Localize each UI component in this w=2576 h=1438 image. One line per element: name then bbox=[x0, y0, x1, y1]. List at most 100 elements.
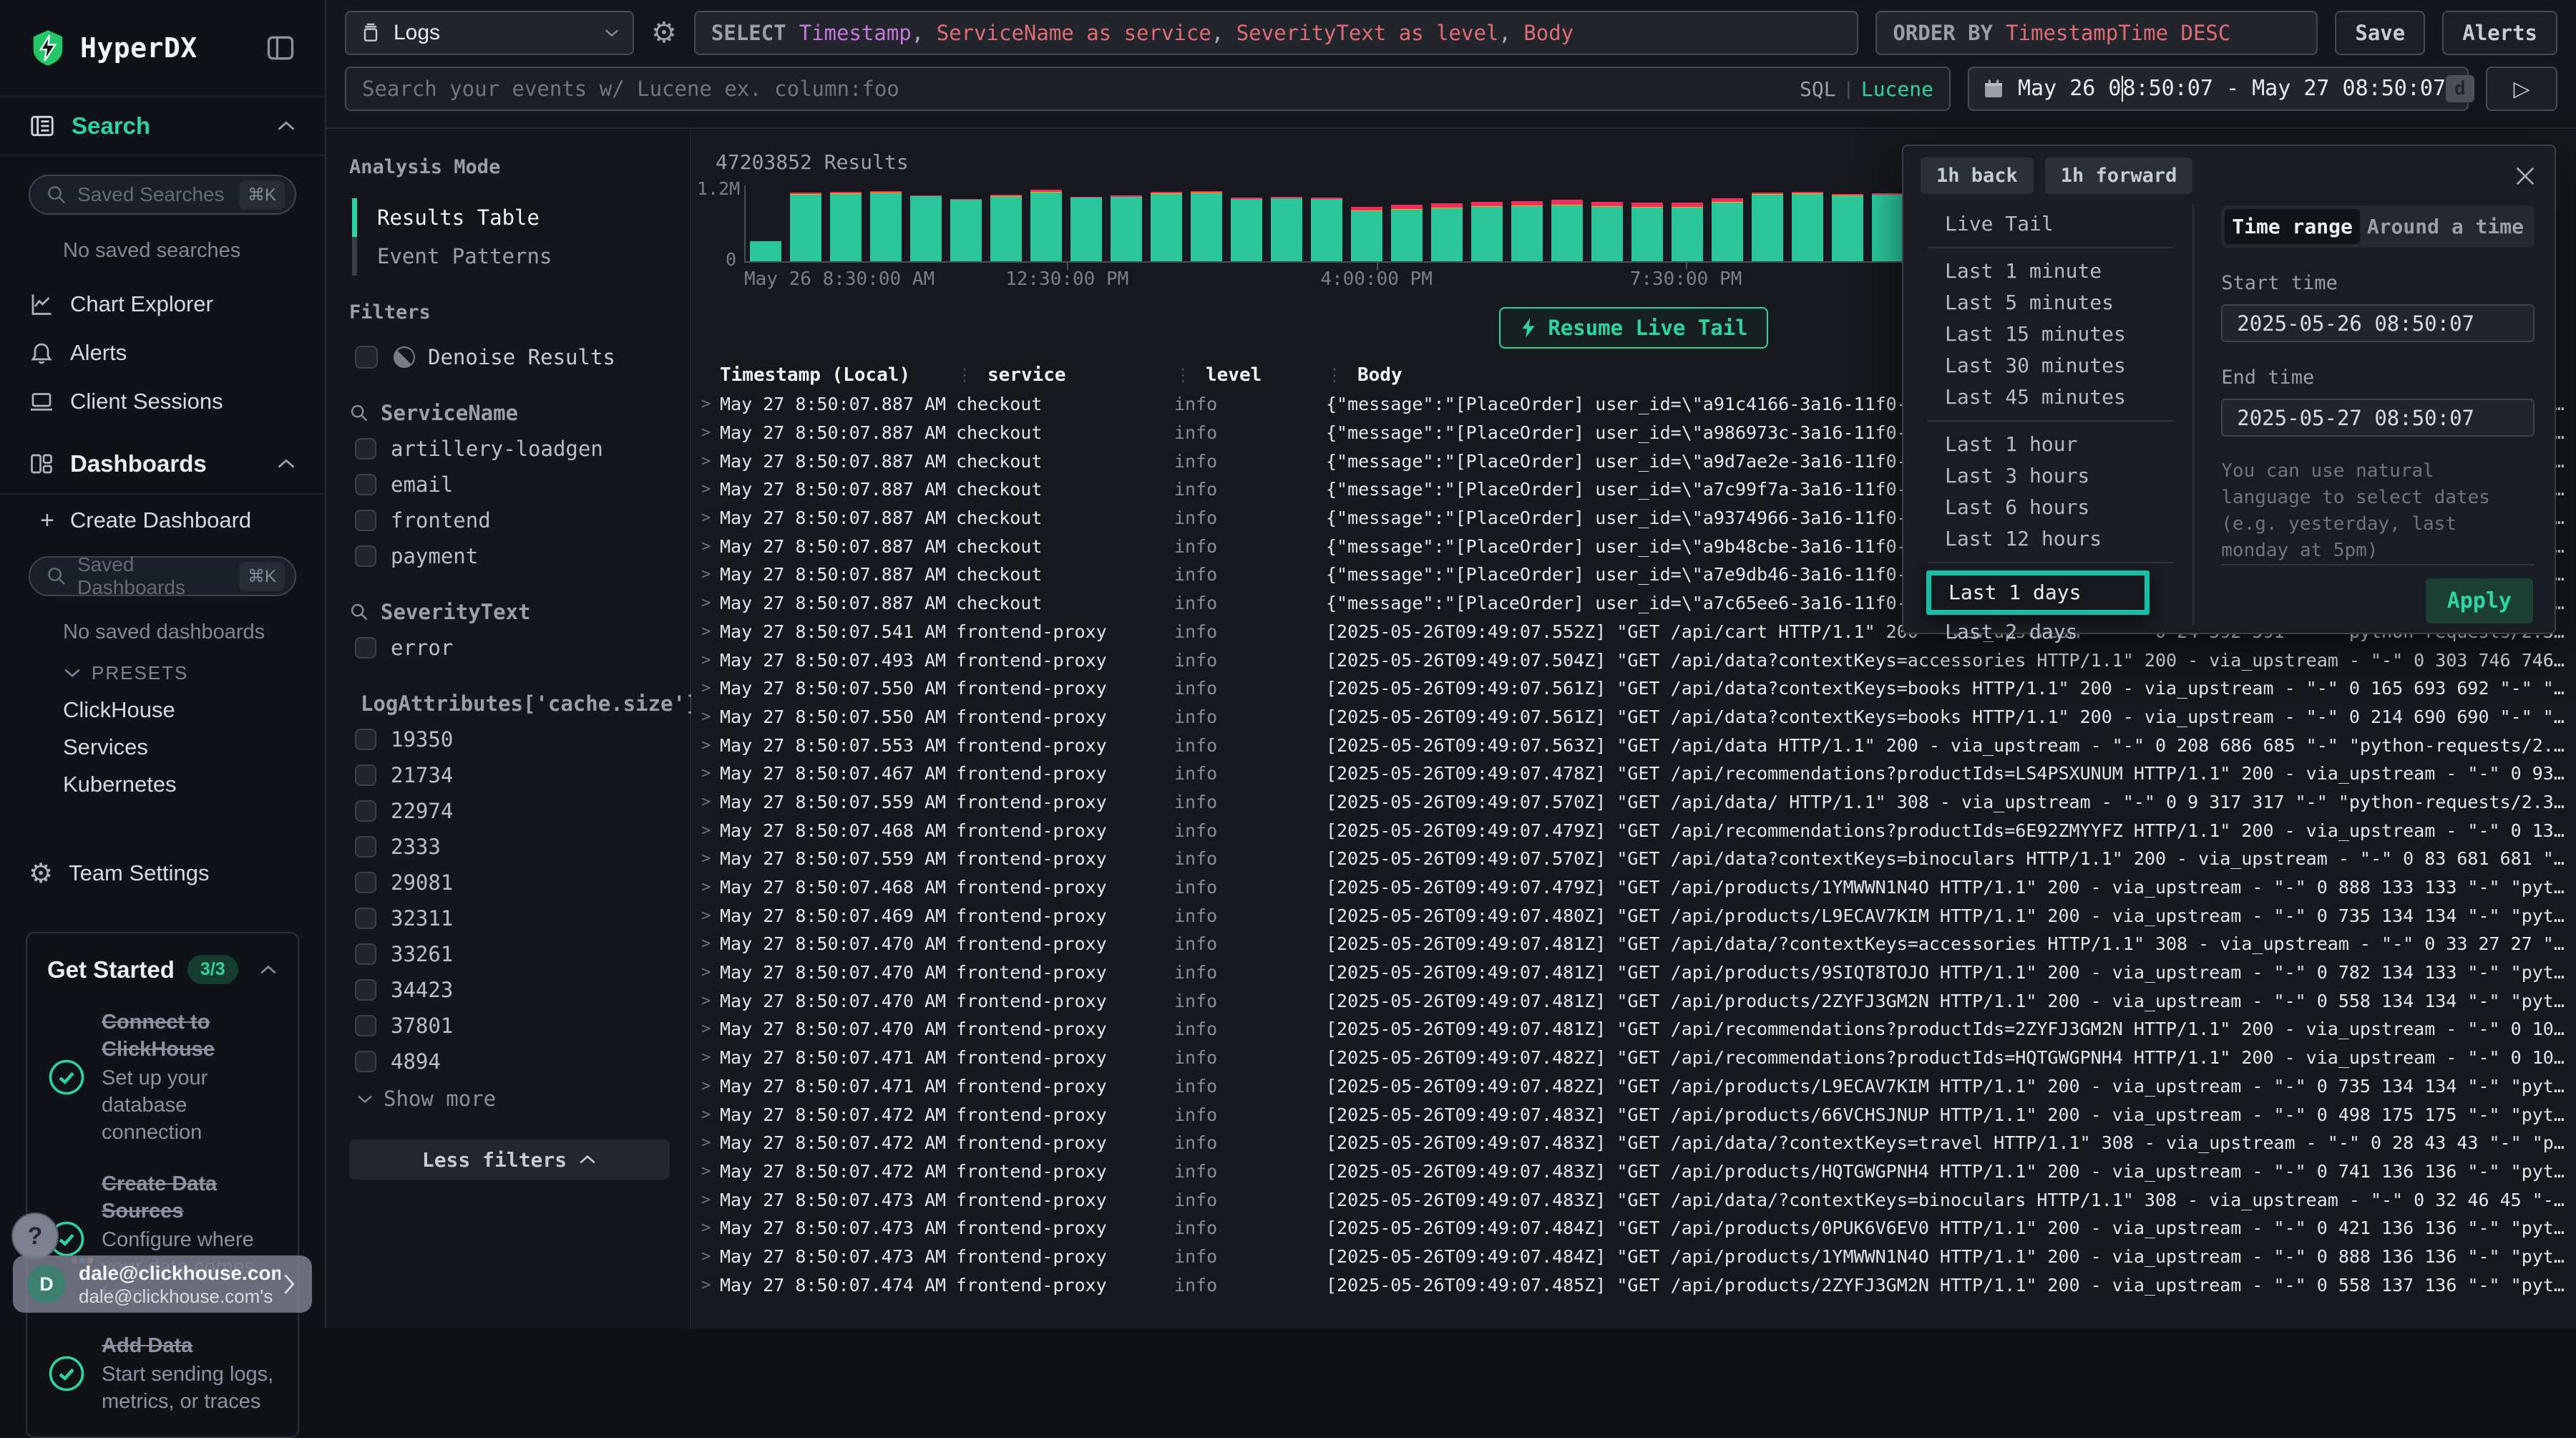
filter-option[interactable]: 2333 bbox=[355, 835, 670, 859]
column-level[interactable]: ⋮level bbox=[1174, 364, 1326, 386]
less-filters-button[interactable]: Less filters bbox=[349, 1140, 670, 1180]
checkbox[interactable] bbox=[355, 764, 376, 786]
histogram-bar[interactable] bbox=[1391, 185, 1423, 261]
table-row[interactable]: >May 27 8:50:07.470 AMfrontend-proxyinfo… bbox=[691, 930, 2576, 958]
expand-row-icon[interactable]: > bbox=[691, 1077, 720, 1095]
presets-toggle[interactable]: PRESETS bbox=[0, 654, 325, 691]
expand-row-icon[interactable]: > bbox=[691, 850, 720, 868]
sidebar-item-kubernetes[interactable]: Kubernetes bbox=[0, 766, 325, 803]
time-preset-last-5-minutes[interactable]: Last 5 minutes bbox=[1928, 287, 2174, 319]
order-by-input[interactable]: ORDER BY TimestampTime DESC bbox=[1875, 11, 2318, 55]
sidebar-item-client-sessions[interactable]: Client Sessions bbox=[0, 379, 325, 424]
saved-dashboards-input[interactable]: Saved Dashboards ⌘K bbox=[29, 556, 296, 596]
sidebar-item-clickhouse[interactable]: ClickHouse bbox=[0, 691, 325, 729]
expand-row-icon[interactable]: > bbox=[691, 907, 720, 925]
sidebar-item-team-settings[interactable]: ⚙ Team Settings bbox=[0, 850, 325, 896]
time-preset-last-2-days[interactable]: Last 2 days bbox=[1928, 616, 2174, 648]
checkbox[interactable] bbox=[355, 800, 376, 822]
sidebar-item-alerts[interactable]: Alerts bbox=[0, 330, 325, 376]
filter-option[interactable]: 22974 bbox=[355, 799, 670, 823]
table-row[interactable]: >May 27 8:50:07.474 AMfrontend-proxyinfo… bbox=[691, 1271, 2576, 1299]
table-row[interactable]: >May 27 8:50:07.468 AMfrontend-proxyinfo… bbox=[691, 873, 2576, 902]
filter-option[interactable]: 19350 bbox=[355, 727, 670, 752]
histogram-bar[interactable] bbox=[1111, 185, 1142, 261]
histogram-bar[interactable] bbox=[1872, 185, 1903, 261]
table-row[interactable]: >May 27 8:50:07.550 AMfrontend-proxyinfo… bbox=[691, 674, 2576, 703]
user-profile-bar[interactable]: D dale@clickhouse.com dale@clickhouse.co… bbox=[13, 1255, 312, 1313]
save-button[interactable]: Save bbox=[2335, 11, 2425, 55]
histogram-bar[interactable] bbox=[1832, 185, 1863, 261]
table-row[interactable]: >May 27 8:50:07.472 AMfrontend-proxyinfo… bbox=[691, 1100, 2576, 1129]
histogram-bar[interactable] bbox=[1672, 185, 1703, 261]
expand-row-icon[interactable]: > bbox=[691, 764, 720, 782]
sidebar-item-services[interactable]: Services bbox=[0, 729, 325, 766]
expand-row-icon[interactable]: > bbox=[691, 424, 720, 442]
tab-around-a-time[interactable]: Around a time bbox=[2360, 209, 2531, 244]
expand-row-icon[interactable]: > bbox=[691, 1049, 720, 1067]
filter-option[interactable]: 32311 bbox=[355, 906, 670, 931]
drag-handle-icon[interactable]: ⋮ bbox=[1326, 365, 1343, 385]
date-range-input[interactable]: May 26 08:50:07 - May 27 08:50:07 d bbox=[1968, 67, 2469, 111]
expand-row-icon[interactable]: > bbox=[691, 1191, 720, 1209]
table-row[interactable]: >May 27 8:50:07.559 AMfrontend-proxyinfo… bbox=[691, 788, 2576, 817]
expand-row-icon[interactable]: > bbox=[691, 480, 720, 498]
histogram-bar[interactable] bbox=[950, 185, 982, 261]
filter-option[interactable]: 34423 bbox=[355, 978, 670, 1002]
table-row[interactable]: >May 27 8:50:07.470 AMfrontend-proxyinfo… bbox=[691, 986, 2576, 1015]
checkbox[interactable] bbox=[355, 1051, 376, 1072]
time-preset-last-1-days[interactable]: Last 1 days bbox=[1931, 575, 2145, 610]
expand-row-icon[interactable]: > bbox=[691, 679, 720, 697]
get-started-item[interactable]: Add Data Start sending logs, metrics, or… bbox=[47, 1332, 278, 1415]
table-row[interactable]: >May 27 8:50:07.553 AMfrontend-proxyinfo… bbox=[691, 731, 2576, 759]
expand-row-icon[interactable]: > bbox=[691, 594, 720, 612]
expand-row-icon[interactable]: > bbox=[691, 509, 720, 527]
histogram-bar[interactable] bbox=[1551, 185, 1583, 261]
checkbox[interactable] bbox=[355, 438, 376, 460]
help-button[interactable]: ? bbox=[11, 1213, 59, 1260]
end-time-input[interactable]: 2025-05-27 08:50:07 bbox=[2221, 399, 2534, 437]
mode-sql-toggle[interactable]: SQL bbox=[1800, 77, 1836, 101]
checkbox[interactable] bbox=[355, 836, 376, 858]
table-row[interactable]: >May 27 8:50:07.473 AMfrontend-proxyinfo… bbox=[691, 1214, 2576, 1243]
expand-row-icon[interactable]: > bbox=[691, 1248, 720, 1265]
expand-row-icon[interactable]: > bbox=[691, 623, 720, 641]
histogram-bar[interactable] bbox=[830, 185, 862, 261]
one-hour-back-button[interactable]: 1h back bbox=[1921, 157, 2034, 194]
histogram-bar[interactable] bbox=[1271, 185, 1302, 261]
checkbox[interactable] bbox=[355, 979, 376, 1001]
time-preset-last-30-minutes[interactable]: Last 30 minutes bbox=[1928, 350, 2174, 382]
histogram-bar[interactable] bbox=[1431, 185, 1463, 261]
histogram-bar[interactable] bbox=[1591, 185, 1623, 261]
create-dashboard-button[interactable]: + Create Dashboard bbox=[0, 497, 325, 543]
histogram-bar[interactable] bbox=[870, 185, 902, 261]
expand-row-icon[interactable]: > bbox=[691, 651, 720, 669]
time-preset-last-6-hours[interactable]: Last 6 hours bbox=[1928, 492, 2174, 523]
histogram-bar[interactable] bbox=[1351, 185, 1382, 261]
expand-row-icon[interactable]: > bbox=[691, 963, 720, 981]
expand-row-icon[interactable]: > bbox=[691, 538, 720, 555]
close-icon[interactable] bbox=[2513, 164, 2537, 188]
histogram-bar[interactable] bbox=[1191, 185, 1222, 261]
sidebar-item-search[interactable]: Search bbox=[0, 96, 325, 156]
time-preset-last-15-minutes[interactable]: Last 15 minutes bbox=[1928, 319, 2174, 350]
apply-button[interactable]: Apply bbox=[2426, 578, 2533, 623]
histogram-bar[interactable] bbox=[1511, 185, 1543, 261]
source-select[interactable]: Logs bbox=[345, 11, 634, 55]
table-row[interactable]: >May 27 8:50:07.550 AMfrontend-proxyinfo… bbox=[691, 703, 2576, 732]
table-row[interactable]: >May 27 8:50:07.471 AMfrontend-proxyinfo… bbox=[691, 1072, 2576, 1101]
histogram-bar[interactable] bbox=[1030, 185, 1062, 261]
expand-row-icon[interactable]: > bbox=[691, 1219, 720, 1237]
histogram-bar[interactable] bbox=[1712, 185, 1743, 261]
histogram-bar[interactable] bbox=[1151, 185, 1182, 261]
tab-time-range[interactable]: Time range bbox=[2225, 209, 2360, 244]
get-started-item[interactable]: Connect to ClickHouse Set up your databa… bbox=[47, 1009, 278, 1146]
chevron-up-icon[interactable] bbox=[259, 964, 278, 976]
time-preset-last-12-hours[interactable]: Last 12 hours bbox=[1928, 523, 2174, 555]
expand-row-icon[interactable]: > bbox=[691, 1020, 720, 1038]
checkbox[interactable] bbox=[355, 872, 376, 893]
table-row[interactable]: >May 27 8:50:07.467 AMfrontend-proxyinfo… bbox=[691, 759, 2576, 788]
table-row[interactable]: >May 27 8:50:07.472 AMfrontend-proxyinfo… bbox=[691, 1129, 2576, 1157]
filter-option[interactable]: 37801 bbox=[355, 1014, 670, 1038]
checkbox[interactable] bbox=[355, 545, 376, 567]
histogram-bar[interactable] bbox=[1792, 185, 1823, 261]
